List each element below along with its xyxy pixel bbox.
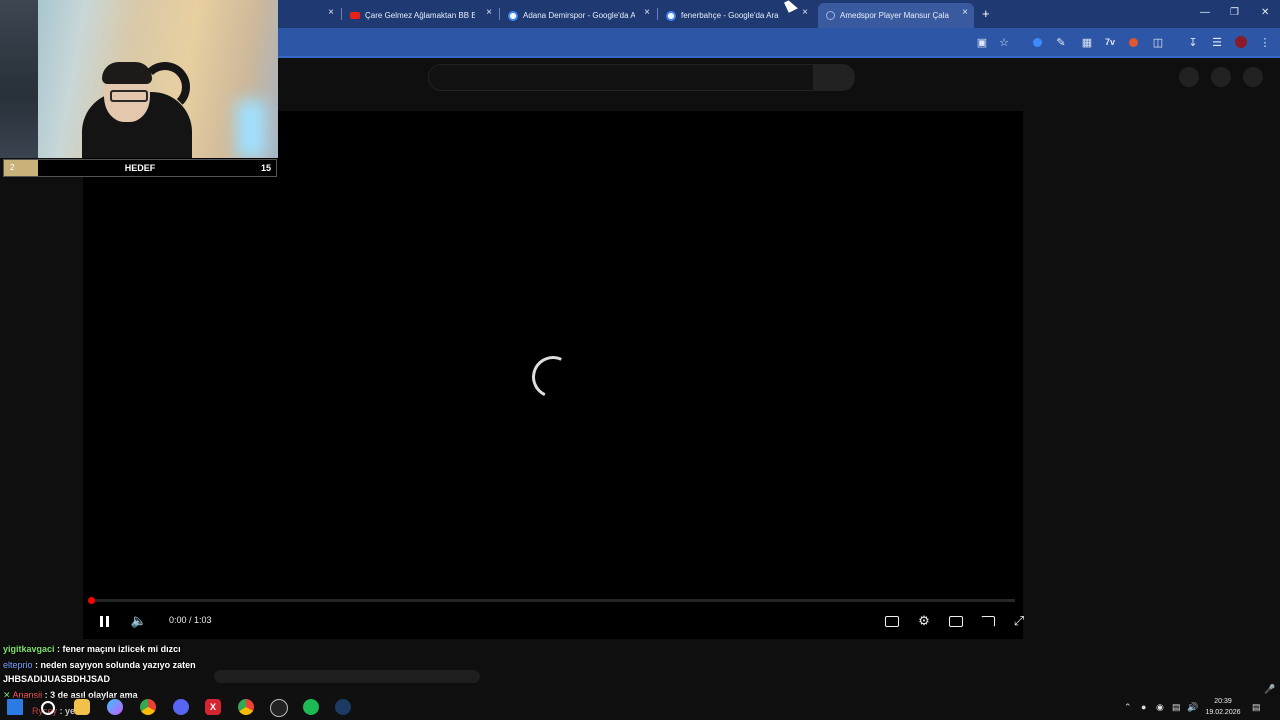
menu-kebab-icon[interactable]: ⋮ (1258, 35, 1272, 49)
chat-username: elteprio (3, 660, 33, 670)
subtitles-icon[interactable] (884, 613, 900, 629)
theater-mode-icon[interactable] (948, 613, 964, 629)
faint-overlay-bar (214, 670, 480, 683)
webcam-shelf (0, 0, 38, 158)
profile-avatar-icon[interactable] (1234, 35, 1248, 49)
tab-title: Adana Demirspor - Google'da A (523, 11, 635, 20)
goal-target: 15 (260, 163, 271, 173)
translate-icon[interactable]: ▦ (1080, 35, 1094, 49)
google-icon (666, 10, 676, 21)
goal-bar: 2 HEDEF 15 (3, 159, 277, 177)
tab-close-icon[interactable]: × (486, 7, 492, 18)
webcam-feed (0, 0, 278, 158)
chat-text: neden sayıyon solunda yazıyo zaten (40, 660, 196, 670)
search-icon[interactable] (41, 701, 55, 715)
tray-chevron-icon[interactable]: ⌃ (1124, 702, 1132, 713)
tab-close-icon[interactable]: × (328, 7, 334, 18)
spotify-icon[interactable] (303, 699, 319, 715)
webcam-blue-light (236, 100, 266, 158)
microphone-icon: 🎤 (1264, 684, 1276, 694)
chat-text: JHBSADIJUASBDHJSAD (3, 674, 111, 684)
extension-pen-icon[interactable]: ✎ (1054, 35, 1068, 49)
tab-close-icon[interactable]: × (962, 7, 968, 18)
tray-app-icon[interactable]: ● (1141, 702, 1146, 712)
install-app-icon[interactable]: ▣ (975, 35, 989, 49)
extension-orange-icon[interactable] (1126, 35, 1140, 49)
bookmark-star-icon[interactable]: ☆ (997, 35, 1011, 49)
windows-start-icon[interactable] (7, 699, 23, 715)
xsplit-icon[interactable]: X (205, 699, 221, 715)
media-control-icon[interactable]: ☰ (1210, 35, 1224, 49)
tab-1[interactable]: Çare Gelmez Ağlamaktan BB Er × (342, 3, 498, 28)
pause-button[interactable] (98, 613, 110, 629)
close-window-icon[interactable]: ✕ (1261, 7, 1269, 18)
chat-text: fener maçını izlicek mi dızcı (62, 644, 181, 654)
file-explorer-icon[interactable] (74, 699, 90, 715)
loading-icon (826, 11, 835, 20)
youtube-search-input[interactable] (428, 64, 815, 91)
tab-close-icon[interactable]: × (644, 7, 650, 18)
scrubber-handle[interactable] (88, 597, 95, 604)
network-icon[interactable]: ▤ (1172, 702, 1181, 713)
fullscreen-icon[interactable]: ⤢ (1011, 613, 1027, 629)
tray-steam-icon[interactable]: ◉ (1156, 702, 1164, 713)
downloads-icon[interactable]: ↧ (1186, 35, 1200, 49)
volume-tray-icon[interactable]: 🔊 (1187, 702, 1198, 713)
time-display: 0:00 / 1:03 (169, 615, 212, 625)
volume-icon[interactable]: 🔈 (131, 613, 147, 629)
windows-taskbar (0, 696, 1280, 720)
taskbar-clock[interactable]: 20:39 19.02.2026 (1200, 696, 1246, 718)
chat-message: elteprio : neden sayıyon solunda yazıyo … (3, 660, 196, 670)
tab-title: Amedspor Player Mansur Çala (840, 11, 949, 20)
extension-7tv-icon[interactable]: 7v (1103, 35, 1117, 49)
extension-blue-icon[interactable] (1030, 35, 1044, 49)
clock-date: 19.02.2026 (1205, 709, 1241, 716)
chrome-active-icon[interactable] (238, 699, 254, 715)
tab-title: fenerbahçe - Google'da Ara (681, 11, 779, 20)
discord-icon[interactable] (173, 699, 189, 715)
obs-icon[interactable] (270, 699, 288, 717)
youtube-icon (350, 12, 360, 19)
goal-label: HEDEF (124, 163, 156, 173)
settings-gear-icon[interactable]: ⚙ (916, 613, 932, 629)
tab-2[interactable]: Adana Demirspor - Google'da A × (500, 3, 656, 28)
youtube-search-button[interactable] (813, 64, 855, 91)
tab-title: Çare Gelmez Ağlamaktan BB Er (365, 11, 475, 20)
chrome-icon[interactable] (140, 699, 156, 715)
account-avatar[interactable] (1243, 67, 1263, 87)
chat-username: yigitkavgaci (3, 644, 55, 654)
tab-0[interactable]: × (278, 3, 340, 28)
minimize-icon[interactable]: — (1200, 7, 1210, 18)
streamer-arm (140, 62, 190, 112)
google-icon (508, 10, 518, 21)
cast-icon[interactable] (980, 613, 996, 629)
notification-icon[interactable]: ▤ (1252, 702, 1261, 713)
notifications-icon[interactable] (1211, 67, 1231, 87)
chat-message: JHBSADIJUASBDHJSAD (3, 674, 110, 684)
create-icon[interactable] (1179, 67, 1199, 87)
tab-4-active[interactable]: Amedspor Player Mansur Çala × (818, 3, 974, 28)
chat-message: yigitkavgaci : fener maçını izlicek mi d… (3, 644, 181, 654)
steam-icon[interactable] (335, 699, 351, 715)
copilot-icon[interactable] (107, 699, 123, 715)
tab-close-icon[interactable]: × (802, 7, 808, 18)
progress-bar[interactable] (91, 599, 1015, 602)
restore-icon[interactable]: ❐ (1230, 7, 1239, 18)
extensions-puzzle-icon[interactable]: ◫ (1151, 35, 1165, 49)
new-tab-button[interactable]: + (982, 6, 990, 21)
clock-time: 20:39 (1214, 698, 1232, 705)
